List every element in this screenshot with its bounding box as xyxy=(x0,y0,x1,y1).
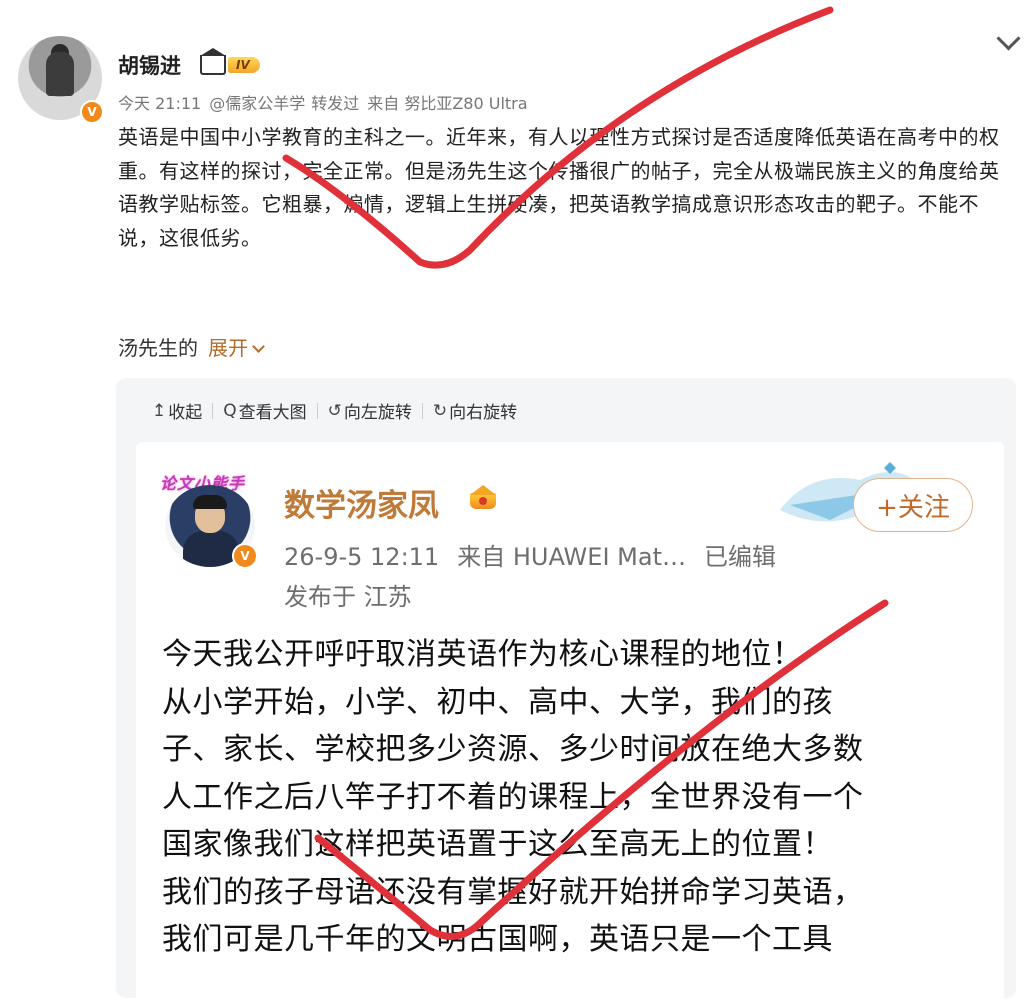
rotate-right-icon: ↻ xyxy=(432,400,448,421)
quoted-body-line: 我们的孩子母语还没有掌握好就开始拼命学习英语， xyxy=(162,874,864,910)
post-time[interactable]: 今天 21:11 xyxy=(118,94,201,113)
quoted-location: 发布于 江苏 xyxy=(284,583,412,611)
toolbar-divider xyxy=(421,402,423,419)
rotate-right-button[interactable]: ↻ 向右旋转 xyxy=(432,398,518,424)
quoted-author-name[interactable]: 数学汤家凤 xyxy=(284,480,439,525)
mention-link[interactable]: @儒家公羊学 xyxy=(209,94,305,113)
collapse-image-button[interactable]: ↥ 收起 xyxy=(152,398,203,424)
collapse-icon: ↥ xyxy=(152,400,167,421)
author-name[interactable]: 胡锡进 xyxy=(118,50,181,80)
image-toolbar: ↥ 收起 Q 查看大图 ↺ 向左旋转 ↻ 向右旋转 xyxy=(152,398,518,424)
level-label: IV xyxy=(228,57,260,73)
expand-label: 展开 xyxy=(208,336,248,360)
member-level-badge[interactable]: IV xyxy=(200,48,260,76)
quoted-body-line: 从小学开始，小学、初中、高中、大学，我们的孩 xyxy=(162,684,833,720)
toolbar-divider xyxy=(212,402,214,419)
expand-row: 汤先生的 展开 xyxy=(118,332,265,361)
quoted-body-line: 子、家长、学校把多少资源、多少时间放在绝大多数 xyxy=(162,732,864,767)
toolbar-divider xyxy=(316,402,318,419)
chevron-down-icon xyxy=(252,340,265,353)
crown-icon xyxy=(468,485,498,513)
quoted-body-line: 今天我公开呼吁取消英语作为核心课程的地位！ xyxy=(162,637,803,672)
rotate-left-button[interactable]: ↺ 向左旋转 xyxy=(327,398,412,424)
view-large-label: 查看大图 xyxy=(238,403,307,423)
quoted-body-line: 国家像我们这样把英语置于这么至高无上的位置！ xyxy=(162,827,833,862)
verified-badge-icon: V xyxy=(232,543,258,569)
quoted-body-line: 人工作之后八竿子打不着的课程上，全世界没有一个 xyxy=(162,779,864,815)
avatar-suit-shape xyxy=(183,531,239,567)
quoted-body-line: 我们可是几千年的文明古国啊，英语只是一个工具 xyxy=(162,922,833,957)
rotate-right-label: 向右旋转 xyxy=(449,403,518,423)
quoted-source: 来自 HUAWEI Mat… xyxy=(457,543,686,571)
follow-button[interactable]: +关注 xyxy=(853,478,973,532)
post-body: 英语是中国中小学教育的主科之一。近年来，有人以理性方式探讨是否适度降低英语在高考… xyxy=(118,125,1000,250)
post-source: 来自 努比亚Z80 Ultra xyxy=(367,94,528,113)
forwarded-label: 转发过 xyxy=(311,94,360,113)
view-large-image-button[interactable]: Q 查看大图 xyxy=(223,398,307,424)
chevron-down-icon[interactable] xyxy=(996,26,1021,51)
verified-badge-icon: V xyxy=(80,100,104,124)
crown-icon xyxy=(200,48,226,75)
quoted-time: 26-9-5 12:11 xyxy=(284,543,440,571)
rotate-left-icon: ↺ xyxy=(327,400,342,421)
quoted-body: 今天我公开呼吁取消英语作为核心课程的地位！ 从小学开始，小学、初中、高中、大学，… xyxy=(162,631,992,964)
crown-gem-shape xyxy=(479,497,487,505)
avatar-hair-shape xyxy=(193,495,227,509)
edited-label: 已编辑 xyxy=(703,543,776,571)
quoted-meta: 26-9-5 12:11 来自 HUAWEI Mat… 已编辑 xyxy=(284,537,794,572)
collapse-label: 收起 xyxy=(168,403,203,423)
rotate-left-label: 向左旋转 xyxy=(343,403,412,423)
expand-prefix: 汤先生的 xyxy=(118,336,198,360)
avatar-body-shape xyxy=(46,52,74,96)
post-meta: 今天 21:11 @儒家公羊学 转发过 来自 努比亚Z80 Ultra xyxy=(118,90,536,114)
magnifier-icon: Q xyxy=(223,400,237,421)
expand-button[interactable]: 展开 xyxy=(208,336,265,360)
